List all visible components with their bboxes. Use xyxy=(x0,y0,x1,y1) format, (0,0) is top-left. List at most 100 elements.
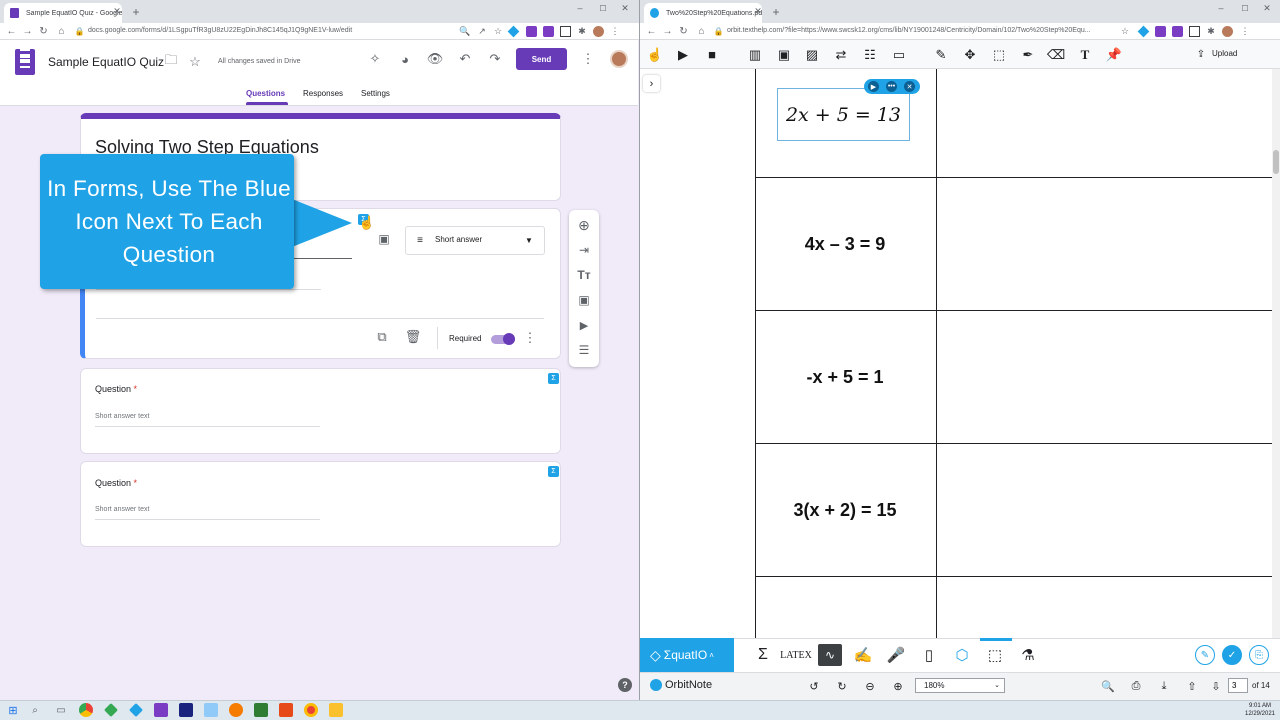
latex-editor-icon[interactable]: LATEX xyxy=(780,644,812,666)
zoom-level-select[interactable]: 180% ⌄ xyxy=(915,678,1005,693)
math-close-icon[interactable]: ✕ xyxy=(904,81,915,92)
right-forward-icon[interactable]: → xyxy=(662,26,673,37)
right-extension2-icon[interactable] xyxy=(1172,26,1183,37)
extension-check-icon[interactable] xyxy=(560,26,571,37)
tab-responses[interactable]: Responses xyxy=(303,89,343,98)
extension-purple-icon[interactable] xyxy=(526,26,537,37)
task-view-icon[interactable]: ▭ xyxy=(54,703,68,717)
left-active-tab[interactable]: Sample EquatIO Quiz - Google F xyxy=(4,3,122,23)
move-tool-icon[interactable]: ✥ xyxy=(961,46,979,63)
download-icon[interactable]: ⤓ xyxy=(1156,678,1172,694)
app-purple-taskbar-icon[interactable] xyxy=(154,703,168,717)
picture-dictionary-icon[interactable]: ▣ xyxy=(775,46,793,63)
zoom-in-icon[interactable]: ⊕ xyxy=(890,678,906,694)
share-icon[interactable]: ↗ xyxy=(477,26,487,36)
firefox-taskbar-icon[interactable] xyxy=(229,703,243,717)
question-card-3[interactable] xyxy=(80,461,561,547)
taskbar-search-icon[interactable]: ⌕ xyxy=(28,703,42,717)
highlighter-icon[interactable]: ✎ xyxy=(932,46,950,63)
duplicate-icon[interactable]: ⧉ xyxy=(374,329,390,345)
extensions-puzzle-icon[interactable]: ✱ xyxy=(577,26,587,36)
eraser-icon[interactable]: ⌫ xyxy=(1047,46,1065,63)
rotate-left-icon[interactable]: ↺ xyxy=(806,678,822,694)
dictionary-icon[interactable]: ▥ xyxy=(746,46,764,63)
speech-input-mic-icon[interactable]: 🎤 xyxy=(884,644,908,666)
right-extensions-puzzle-icon[interactable]: ✱ xyxy=(1206,26,1216,36)
hand-pointer-icon[interactable]: ☝ xyxy=(646,46,664,63)
right-home-icon[interactable]: ⌂ xyxy=(696,26,707,37)
avatar[interactable] xyxy=(610,50,628,68)
right-maximize-icon[interactable]: ☐ xyxy=(1240,3,1250,13)
tab-settings[interactable]: Settings xyxy=(361,89,390,98)
select-box-icon[interactable]: ⬚ xyxy=(990,46,1008,63)
more-menu-icon[interactable]: ⋮ xyxy=(580,51,596,67)
math-editor-sigma-icon[interactable]: Σ xyxy=(751,644,775,666)
file-explorer-taskbar-icon[interactable] xyxy=(329,703,343,717)
add-image-icon[interactable]: ▣ xyxy=(376,231,392,247)
close-tab-icon[interactable]: ✕ xyxy=(112,6,122,16)
reload-icon[interactable]: ↻ xyxy=(38,26,49,37)
windows-start-icon[interactable]: ⊞ xyxy=(6,703,20,717)
equatio-pencil-icon[interactable]: ✎ xyxy=(1195,645,1215,665)
right-minimize-icon[interactable]: – xyxy=(1216,3,1226,13)
right-bookmark-icon[interactable]: ☆ xyxy=(1120,26,1130,36)
right-profile-avatar-icon[interactable] xyxy=(1222,26,1233,37)
upload-button-label[interactable]: Upload xyxy=(1212,49,1237,58)
mathspace-icon[interactable]: ⬡ xyxy=(950,644,974,666)
rotate-right-icon[interactable]: ↻ xyxy=(834,678,850,694)
addons-icon[interactable]: ✧ xyxy=(367,51,383,67)
zoom-icon[interactable]: 🔍 xyxy=(459,26,470,36)
move-to-folder-icon[interactable]: 🗀 xyxy=(163,52,179,70)
mobile-icon[interactable]: ▯ xyxy=(917,644,941,666)
undo-icon[interactable]: ↶ xyxy=(457,51,473,67)
add-video-icon[interactable]: ▶ xyxy=(576,317,592,333)
required-toggle[interactable] xyxy=(491,333,515,345)
redo-icon[interactable]: ↷ xyxy=(487,51,503,67)
vocabulary-list-icon[interactable]: ☷ xyxy=(861,46,879,63)
right-active-tab[interactable]: Two%20Step%20Equations.pdf xyxy=(644,3,762,23)
add-title-icon[interactable]: Tт xyxy=(576,267,592,283)
equatio-check-icon[interactable]: ✓ xyxy=(1222,645,1242,665)
pin-icon[interactable]: 📌 xyxy=(1105,46,1123,63)
chrome-active-taskbar-icon[interactable] xyxy=(304,703,318,717)
right-close-window-icon[interactable]: ✕ xyxy=(1262,3,1272,13)
delete-trash-icon[interactable]: 🗑 xyxy=(405,329,422,345)
question-3-label[interactable]: Question * xyxy=(95,478,137,488)
right-extension-check-icon[interactable] xyxy=(1189,26,1200,37)
chrome-menu-icon[interactable]: ⋮ xyxy=(610,26,620,36)
screenshot-reader-selection-icon[interactable]: ⬚ xyxy=(983,644,1007,666)
taskbar-clock[interactable]: 9:01 AM 12/29/2021 xyxy=(1240,702,1280,718)
tab-questions[interactable]: Questions xyxy=(246,89,285,98)
profile-avatar-icon[interactable] xyxy=(593,26,604,37)
screenshot-reader-icon[interactable]: ▭ xyxy=(890,46,908,63)
close-window-icon[interactable]: ✕ xyxy=(620,3,630,13)
previous-page-icon[interactable]: ⇧ xyxy=(1184,678,1200,694)
add-image-side-icon[interactable]: ▣ xyxy=(576,292,592,308)
sidebar-toggle-chevron-icon[interactable]: › xyxy=(643,75,660,92)
new-tab-icon[interactable]: + xyxy=(130,5,142,19)
text-tool-icon[interactable]: T xyxy=(1076,46,1094,63)
app-lightblue-taskbar-icon[interactable] xyxy=(204,703,218,717)
stop-icon[interactable]: ■ xyxy=(703,46,721,63)
preview-eye-icon[interactable]: 👁 xyxy=(427,51,444,67)
zoom-out-icon[interactable]: ⊖ xyxy=(862,678,878,694)
right-reload-icon[interactable]: ↻ xyxy=(678,26,689,37)
palette-icon[interactable]: ◕ xyxy=(397,51,413,67)
back-icon[interactable]: ← xyxy=(6,26,17,37)
pdf-viewer[interactable] xyxy=(640,69,1272,638)
math-more-icon[interactable]: ••• xyxy=(886,81,897,92)
right-extension-icon[interactable] xyxy=(1155,26,1166,37)
add-question-icon[interactable]: ⊕ xyxy=(576,217,592,233)
forward-icon[interactable]: → xyxy=(22,26,33,37)
translator-icon[interactable]: ⇄ xyxy=(832,46,850,63)
question-more-icon[interactable]: ⋮ xyxy=(522,330,538,346)
send-button[interactable]: Send xyxy=(516,48,567,70)
equatio-question-3-icon[interactable]: Σ xyxy=(548,466,559,477)
app-navy-taskbar-icon[interactable] xyxy=(179,703,193,717)
maximize-icon[interactable]: ☐ xyxy=(598,3,608,13)
chrome-taskbar-icon[interactable] xyxy=(79,703,93,717)
star-icon[interactable]: ☆ xyxy=(187,54,203,70)
pdf-scroll-thumb[interactable] xyxy=(1273,150,1279,174)
right-url[interactable]: orbit.texthelp.com/?file=https://www.swc… xyxy=(727,27,1091,34)
math-play-icon[interactable]: ▶ xyxy=(868,81,879,92)
